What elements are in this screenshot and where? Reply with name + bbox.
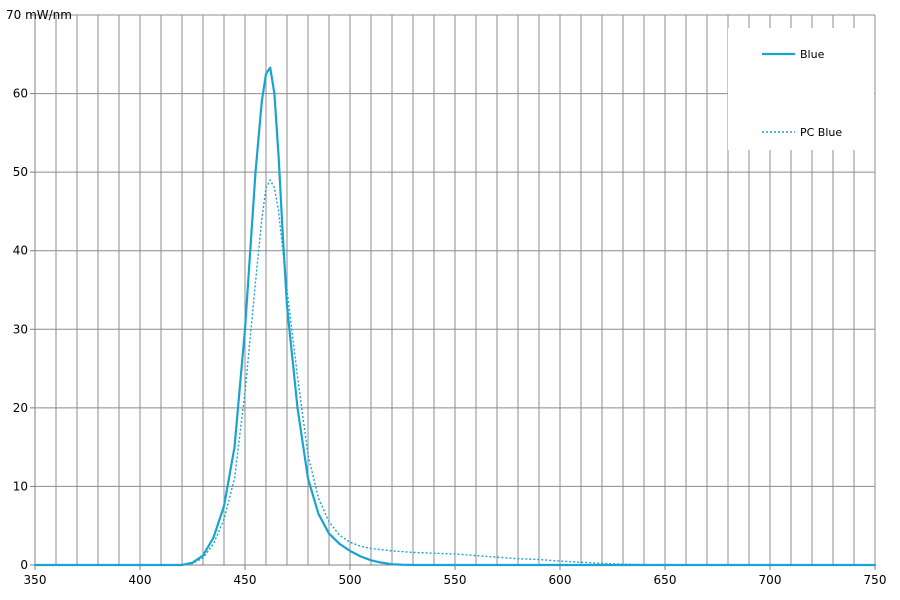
spectrum-chart: 350 400 450 500 550 600 650 700 750 0 10 20 30 40 50 60… [0, 0, 900, 600]
x-tick-label: 650 [654, 573, 677, 587]
y-tick-label: 30 [13, 322, 28, 336]
legend-label: PC Blue [800, 126, 842, 139]
chart-svg: 350 400 450 500 550 600 650 700 750 0 10 20 30 40 50 60… [6, 8, 887, 587]
y-tick-label: 60 [13, 87, 28, 101]
legend: Blue PC Blue [728, 28, 874, 150]
y-tick-label: 50 [13, 165, 28, 179]
x-tick-label: 400 [129, 573, 152, 587]
x-tick-label: 550 [444, 573, 467, 587]
x-tick-label: 450 [234, 573, 257, 587]
y-tick-label: 20 [13, 401, 28, 415]
x-tick-label: 750 [864, 573, 887, 587]
y-top-label: 70 mW/nm [6, 8, 72, 22]
legend-label: Blue [800, 48, 825, 61]
x-tick-label: 500 [339, 573, 362, 587]
x-tick-label: 700 [759, 573, 782, 587]
x-tick-label: 350 [24, 573, 47, 587]
x-tick-label: 600 [549, 573, 572, 587]
y-tick-label: 40 [13, 244, 28, 258]
y-tick-label: 10 [13, 479, 28, 493]
y-tick-label: 0 [20, 558, 28, 572]
